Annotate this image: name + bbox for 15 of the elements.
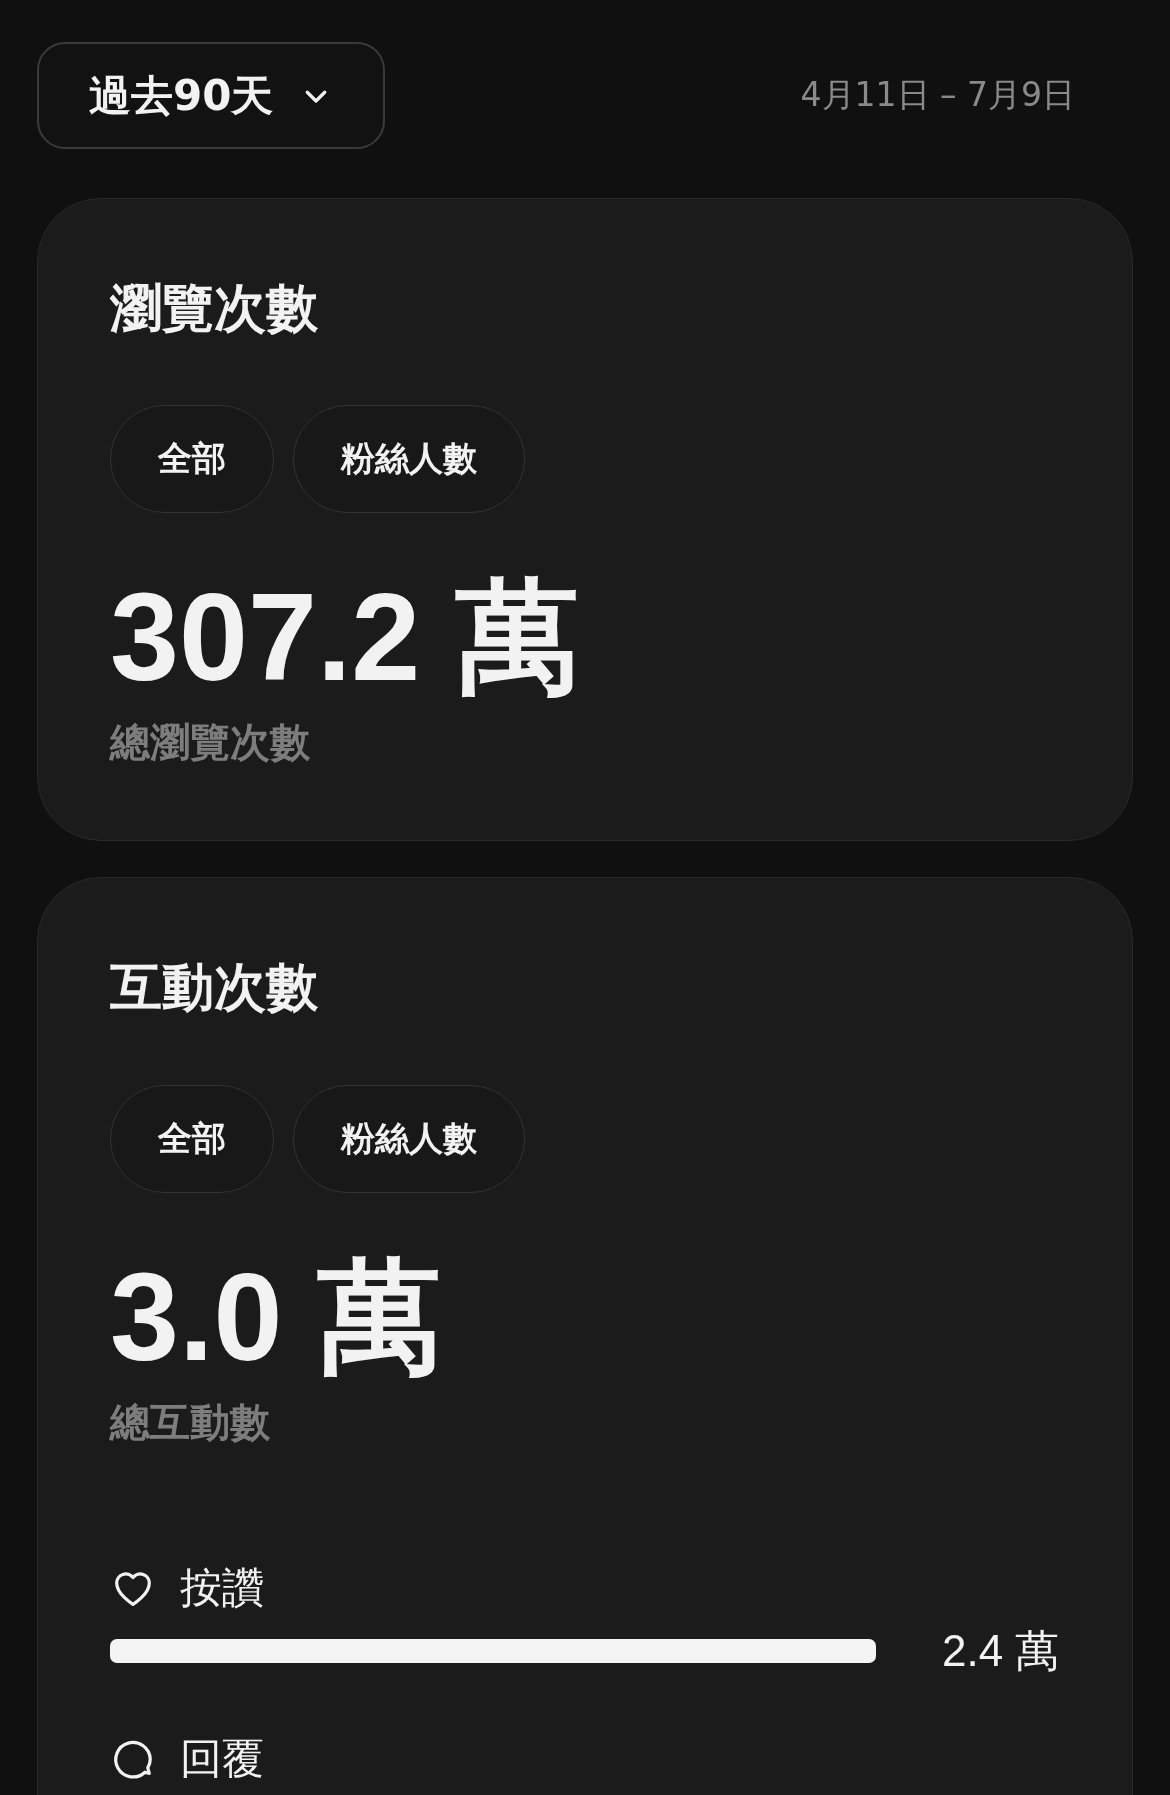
filter-chip[interactable]: 粉絲人數 — [293, 1084, 525, 1193]
card-title: 互動次數 — [110, 956, 319, 1019]
card-title: 瀏覽次數 — [110, 277, 319, 340]
filter-chip[interactable]: 粉絲人數 — [293, 405, 525, 514]
date-range: 4月11日 – 7月9日 — [800, 74, 1075, 116]
total-label: 總互動數 — [110, 1397, 271, 1447]
total-value: 307.2 萬 — [110, 575, 580, 700]
total-label: 總瀏覽次數 — [110, 718, 311, 768]
metric-label: 回覆 — [180, 1732, 264, 1785]
range-dropdown[interactable]: 過去90天 — [37, 42, 385, 149]
metric-label: 按讚 — [180, 1561, 264, 1614]
total-value: 3.0 萬 — [110, 1254, 442, 1379]
metric-value: 2.4 萬 — [942, 1624, 1060, 1677]
filter-chip[interactable]: 全部 — [110, 405, 274, 514]
filter-chip[interactable]: 全部 — [110, 1084, 274, 1193]
